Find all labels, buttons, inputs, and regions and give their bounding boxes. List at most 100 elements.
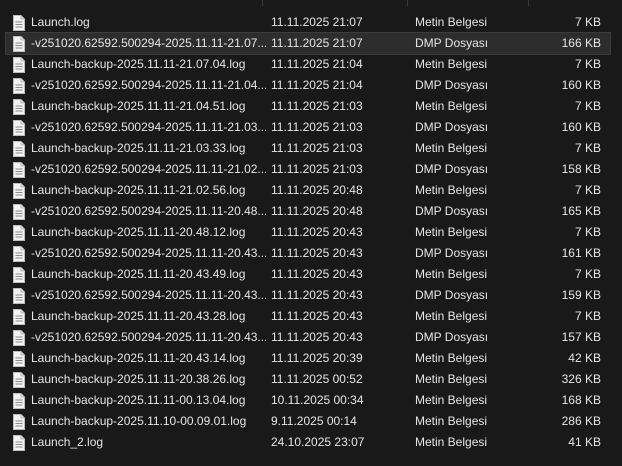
file-row[interactable]: Launch-backup-2025.11.11-00.13.04.log 10… [6, 390, 610, 411]
file-size: 7 KB [574, 183, 601, 197]
file-modified-date: 11.11.2025 20:48 [271, 183, 363, 197]
file-icon-cell [12, 411, 26, 432]
file-name: -v251020.62592.500294-2025.11.11-21.03..… [31, 120, 266, 134]
file-row[interactable]: Launch-backup-2025.11.11-20.38.26.log 11… [6, 369, 610, 390]
file-size: 161 KB [561, 246, 601, 260]
column-divider-type[interactable] [407, 0, 408, 6]
file-row[interactable]: -v251020.62592.500294-2025.11.11-20.43..… [6, 243, 610, 264]
file-modified-date: 11.11.2025 20:43 [271, 246, 363, 260]
document-icon [13, 183, 25, 199]
file-size: 41 KB [568, 435, 601, 449]
file-name: -v251020.62592.500294-2025.11.11-21.07..… [31, 36, 266, 50]
file-modified-date: 11.11.2025 21:03 [271, 141, 363, 155]
document-icon [13, 15, 25, 31]
file-modified-date: 11.11.2025 21:07 [271, 15, 363, 29]
file-row[interactable]: Launch-backup-2025.11.10-00.09.01.log 9.… [6, 411, 610, 432]
file-modified-date: 11.11.2025 21:03 [271, 120, 363, 134]
document-icon [13, 351, 25, 367]
document-icon [13, 414, 25, 430]
document-icon [13, 141, 25, 157]
file-row[interactable]: -v251020.62592.500294-2025.11.11-20.48..… [6, 201, 610, 222]
file-row[interactable]: Launch_2.log 24.10.2025 23:07 Metin Belg… [6, 432, 610, 453]
file-row[interactable]: Launch-backup-2025.11.11-21.02.56.log 11… [6, 180, 610, 201]
file-icon-cell [12, 54, 26, 75]
file-name: -v251020.62592.500294-2025.11.11-20.48..… [31, 204, 266, 218]
file-row[interactable]: Launch-backup-2025.11.11-20.43.49.log 11… [6, 264, 610, 285]
file-type: DMP Dosyası [415, 204, 489, 218]
file-icon-cell [12, 243, 26, 264]
file-name: Launch-backup-2025.11.11-20.43.49.log [31, 267, 246, 281]
file-icon-cell [12, 390, 26, 411]
file-size: 7 KB [574, 225, 601, 239]
file-row[interactable]: Launch.log 11.11.2025 21:07 Metin Belges… [6, 12, 610, 33]
document-icon [13, 162, 25, 178]
file-icon-cell [12, 264, 26, 285]
file-row[interactable]: Launch-backup-2025.11.11-20.48.12.log 11… [6, 222, 610, 243]
document-icon [13, 78, 25, 94]
file-size: 7 KB [574, 57, 601, 71]
file-row[interactable]: -v251020.62592.500294-2025.11.11-20.43..… [6, 285, 610, 306]
file-icon-cell [12, 180, 26, 201]
file-icon-cell [12, 222, 26, 243]
file-size: 160 KB [561, 78, 601, 92]
file-row[interactable]: Launch-backup-2025.11.11-21.07.04.log 11… [6, 54, 610, 75]
file-row[interactable]: Launch-backup-2025.11.11-20.43.28.log 11… [6, 306, 610, 327]
file-name: Launch-backup-2025.11.11-20.43.28.log [31, 309, 246, 323]
file-name: Launch.log [31, 15, 90, 29]
file-type: DMP Dosyası [415, 120, 489, 134]
document-icon [13, 57, 25, 73]
file-type: Metin Belgesi [415, 15, 488, 29]
file-name: Launch-backup-2025.11.11-20.38.26.log [31, 372, 246, 386]
file-type: Metin Belgesi [415, 435, 488, 449]
document-icon [13, 225, 25, 241]
file-modified-date: 11.11.2025 20:39 [271, 351, 363, 365]
file-size: 158 KB [561, 162, 601, 176]
file-row[interactable]: -v251020.62592.500294-2025.11.11-21.02..… [6, 159, 610, 180]
file-type: Metin Belgesi [415, 267, 488, 281]
document-icon [13, 435, 25, 451]
file-modified-date: 11.11.2025 20:43 [271, 309, 363, 323]
file-row[interactable]: Launch-backup-2025.11.11-21.03.33.log 11… [6, 138, 610, 159]
file-size: 168 KB [561, 393, 601, 407]
file-size: 7 KB [574, 99, 601, 113]
file-icon-cell [12, 285, 26, 306]
file-row[interactable]: Launch-backup-2025.11.11-20.43.14.log 11… [6, 348, 610, 369]
file-name: Launch-backup-2025.11.11-21.04.51.log [31, 99, 246, 113]
column-divider-date[interactable] [262, 0, 263, 6]
file-modified-date: 11.11.2025 21:03 [271, 99, 363, 113]
file-name: Launch-backup-2025.11.11-20.48.12.log [31, 225, 246, 239]
file-row[interactable]: -v251020.62592.500294-2025.11.11-21.03..… [6, 117, 610, 138]
file-name: -v251020.62592.500294-2025.11.11-20.43..… [31, 288, 266, 302]
document-icon [13, 288, 25, 304]
file-modified-date: 11.11.2025 20:43 [271, 225, 363, 239]
file-row[interactable]: -v251020.62592.500294-2025.11.11-21.07..… [5, 32, 611, 55]
file-icon-cell [12, 369, 26, 390]
file-row[interactable]: Launch-backup-2025.11.11-21.04.51.log 11… [6, 96, 610, 117]
file-modified-date: 11.11.2025 21:04 [271, 78, 363, 92]
file-modified-date: 11.11.2025 21:04 [271, 57, 363, 71]
file-icon-cell [12, 33, 26, 54]
file-row[interactable]: -v251020.62592.500294-2025.11.11-21.04..… [6, 75, 610, 96]
file-icon-cell [12, 348, 26, 369]
file-type: DMP Dosyası [415, 288, 489, 302]
file-list: Launch.log 11.11.2025 21:07 Metin Belges… [0, 0, 622, 466]
file-size: 159 KB [561, 288, 601, 302]
document-icon [13, 120, 25, 136]
document-icon [13, 204, 25, 220]
file-type: Metin Belgesi [415, 141, 488, 155]
file-icon-cell [12, 327, 26, 348]
document-icon [13, 393, 25, 409]
column-divider-size[interactable] [528, 0, 529, 6]
file-type: Metin Belgesi [415, 57, 488, 71]
file-type: Metin Belgesi [415, 225, 488, 239]
document-icon [13, 99, 25, 115]
file-type: Metin Belgesi [415, 414, 488, 428]
file-name: Launch-backup-2025.11.11-20.43.14.log [31, 351, 246, 365]
document-icon [13, 309, 25, 325]
file-row[interactable]: -v251020.62592.500294-2025.11.11-20.43..… [6, 327, 610, 348]
file-modified-date: 11.11.2025 00:52 [271, 372, 363, 386]
document-icon [13, 267, 25, 283]
file-modified-date: 11.11.2025 20:43 [271, 288, 363, 302]
file-type: Metin Belgesi [415, 372, 488, 386]
file-icon-cell [12, 75, 26, 96]
